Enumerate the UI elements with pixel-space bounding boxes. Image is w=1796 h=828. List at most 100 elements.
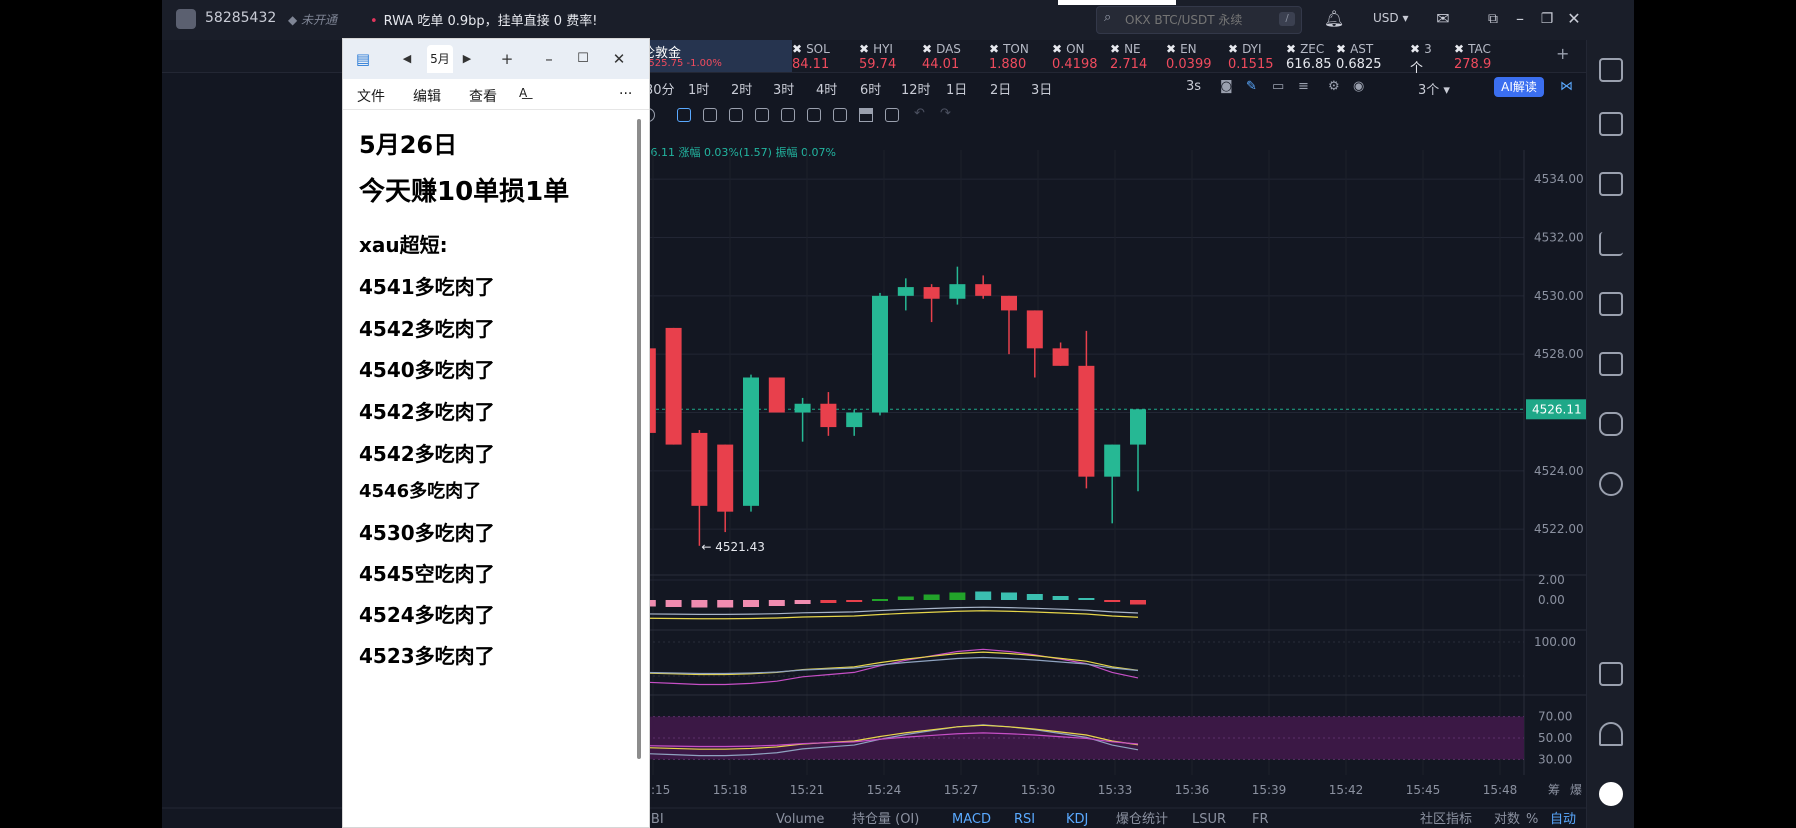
note-line: 4540多吃肉了 — [359, 358, 495, 382]
note-line: 4523多吃肉了 — [359, 644, 495, 668]
note-line: 4530多吃肉了 — [359, 521, 495, 545]
refresh-icon[interactable] — [1599, 472, 1623, 496]
notepad-titlebar: ▤ ◀ 5月 ▶ + – ☐ ✕ — [343, 39, 649, 79]
indicator-tab[interactable]: KDJ — [1066, 812, 1088, 827]
indicator-tab[interactable]: FR — [1252, 812, 1269, 827]
price-axis-label: 4528.00 — [1534, 347, 1584, 361]
trading-app: 58285432 ◆ 未开通 • RWA 吃单 0.9bp，挂单直接 0 费率! … — [162, 0, 1634, 828]
candle-body — [794, 403, 811, 413]
price-axis-label: 4522.00 — [1534, 522, 1584, 536]
bar-chart-icon[interactable] — [1599, 232, 1623, 256]
time-axis-label: 15:18 — [713, 783, 748, 797]
time-axis-label: 15:30 — [1021, 783, 1056, 797]
candle-body — [846, 412, 863, 428]
macd-bar — [691, 600, 708, 608]
indicator-tab[interactable]: LSUR — [1192, 812, 1226, 827]
macd-bar — [665, 600, 682, 607]
candle-body — [897, 287, 914, 296]
candle-body — [1104, 444, 1121, 477]
indicator-tab[interactable]: MACD — [952, 812, 991, 827]
bottom-option[interactable]: 社区指标 — [1420, 811, 1472, 827]
scrollbar[interactable] — [637, 119, 641, 759]
rsi-axis-label: 50.00 — [1538, 731, 1572, 745]
indicator-tab[interactable]: 持仓量 (OI) — [852, 812, 919, 827]
bottom-option[interactable]: 自动 — [1550, 812, 1576, 827]
time-axis-label: 15:39 — [1252, 783, 1287, 797]
note-line: 4545空吃肉了 — [359, 562, 495, 586]
macd-bar — [1078, 598, 1095, 600]
notepad-menubar: 文件 编辑 查看 A͟ ··· — [343, 79, 649, 110]
candle-body — [1026, 310, 1043, 349]
bottom-option[interactable]: % — [1526, 812, 1538, 827]
rsi-axis-label: 70.00 — [1538, 710, 1572, 724]
notepad-window: ▤ ◀ 5月 ▶ + – ☐ ✕ 文件 编辑 查看 A͟ ··· 5月26日 今天… — [342, 38, 650, 828]
time-axis-label: 15:36 — [1175, 783, 1210, 797]
candle-body — [717, 444, 734, 512]
candle-body — [1001, 295, 1017, 311]
last-price-label: 4526.11 — [1532, 402, 1582, 416]
panel-icon[interactable] — [1599, 662, 1623, 686]
rsi-axis-label: 30.00 — [1538, 752, 1572, 766]
indicator-tab[interactable]: RSI — [1014, 812, 1035, 827]
macd-bar — [743, 600, 759, 607]
indicator-tab[interactable]: 爆仓统计 — [1116, 812, 1168, 827]
macd-bar — [1001, 592, 1017, 600]
candle-body — [1130, 409, 1146, 445]
note-line: 4541多吃肉了 — [359, 275, 495, 299]
time-axis-label: 15:27 — [944, 783, 979, 797]
note-line: 4542多吃肉了 — [359, 400, 495, 424]
time-axis-label: 15:33 — [1098, 783, 1133, 797]
candle-body — [923, 287, 940, 299]
candle-body — [1078, 365, 1095, 477]
mascot-icon[interactable] — [1599, 782, 1623, 806]
menu-view[interactable]: 查看 — [469, 86, 497, 106]
price-axis-label: 4524.00 — [1534, 464, 1584, 478]
candle-body — [665, 327, 682, 445]
candle-body — [872, 295, 888, 413]
macd-bar — [768, 600, 785, 606]
minimize-icon[interactable]: – — [537, 47, 561, 71]
indicator-tab[interactable]: Volume — [776, 812, 824, 827]
macd-bar — [923, 594, 940, 600]
kdj-axis-label: 100.00 — [1534, 635, 1576, 649]
menu-edit[interactable]: 编辑 — [413, 86, 441, 106]
macd-bar — [846, 600, 863, 602]
macd-bar — [1130, 600, 1146, 605]
note-line: 5月26日 — [359, 131, 458, 159]
grid-icon[interactable] — [1599, 58, 1623, 82]
candle-body — [949, 284, 966, 299]
font-icon[interactable]: A͟ — [519, 86, 527, 100]
macd-axis-label: 2.00 — [1538, 573, 1565, 587]
headset-icon[interactable] — [1599, 722, 1623, 746]
macd-bar — [1052, 596, 1069, 600]
menu-file[interactable]: 文件 — [357, 86, 385, 106]
corner-label: 筹 — [1548, 783, 1560, 797]
macd-bar — [975, 591, 992, 600]
bottom-option[interactable]: 对数 — [1494, 812, 1520, 827]
forward-arrow-icon[interactable]: ▶ — [455, 47, 479, 71]
dollar-icon[interactable] — [1599, 172, 1623, 196]
monitor-icon[interactable] — [1599, 292, 1623, 316]
note-line: 4542多吃肉了 — [359, 442, 495, 466]
close-icon[interactable]: ✕ — [607, 47, 631, 71]
candle-body — [820, 403, 837, 428]
maximize-icon[interactable]: ☐ — [571, 47, 595, 71]
calendar-icon[interactable] — [1599, 352, 1623, 376]
time-axis-label: 15:24 — [867, 783, 902, 797]
new-tab-icon[interactable]: + — [495, 47, 519, 71]
more-icon[interactable]: ··· — [619, 86, 632, 102]
note-line: xau超短: — [359, 233, 448, 257]
macd-bar — [1104, 600, 1121, 602]
price-axis-label: 4534.00 — [1534, 172, 1584, 186]
macd-bar — [949, 592, 966, 600]
candle-body — [768, 377, 785, 413]
candle-body — [975, 284, 992, 296]
macd-axis-label: 0.00 — [1538, 593, 1565, 607]
note-line: 4546多吃肉了 — [359, 481, 482, 502]
back-arrow-icon[interactable]: ◀ — [395, 47, 419, 71]
document-icon[interactable] — [1599, 112, 1623, 136]
price-axis-label: 4530.00 — [1534, 289, 1584, 303]
time-axis-label: 15:21 — [790, 783, 825, 797]
tab-may[interactable]: 5月 — [427, 45, 453, 73]
robot-icon[interactable] — [1599, 412, 1623, 436]
